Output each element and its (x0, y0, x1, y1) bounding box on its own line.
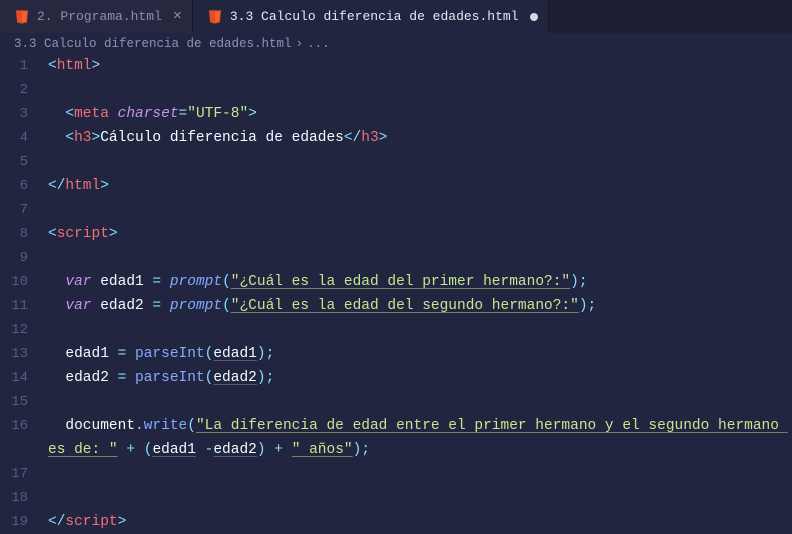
line-number: 11 (0, 294, 42, 318)
html-file-icon (207, 9, 223, 25)
code-line[interactable]: 19 </script> (0, 510, 792, 534)
code-line[interactable]: 18 (0, 486, 792, 510)
code-line[interactable]: 3 <meta charset="UTF-8"> (0, 102, 792, 126)
code-line[interactable]: 7 (0, 198, 792, 222)
code-line[interactable]: 11 var edad2 = prompt("¿Cuál es la edad … (0, 294, 792, 318)
tab-label: 2. Programa.html (37, 9, 162, 24)
line-number: 17 (0, 462, 42, 486)
code-line[interactable]: 14 edad2 = parseInt(edad2); (0, 366, 792, 390)
code-content[interactable]: edad2 = parseInt(edad2); (42, 366, 792, 390)
code-line[interactable]: 13 edad1 = parseInt(edad1); (0, 342, 792, 366)
editor-tab-bar: 2. Programa.html × 3.3 Calculo diferenci… (0, 0, 792, 33)
code-line[interactable]: 16 document.write("La diferencia de edad… (0, 414, 792, 462)
line-number: 12 (0, 318, 42, 342)
code-line[interactable]: 10 var edad1 = prompt("¿Cuál es la edad … (0, 270, 792, 294)
code-content[interactable]: edad1 = parseInt(edad1); (42, 342, 792, 366)
breadcrumb-item: 3.3 Calculo diferencia de edades.html (14, 37, 292, 51)
code-content[interactable]: </script> (42, 510, 792, 534)
code-line[interactable]: 8 <script> (0, 222, 792, 246)
breadcrumb-ellipsis: ... (307, 37, 330, 51)
line-number: 16 (0, 414, 42, 438)
line-number: 7 (0, 198, 42, 222)
code-line[interactable]: 4 <h3>Cálculo diferencia de edades</h3> (0, 126, 792, 150)
code-content[interactable]: <html> (42, 54, 792, 78)
code-line[interactable]: 6 </html> (0, 174, 792, 198)
code-content[interactable]: var edad1 = prompt("¿Cuál es la edad del… (42, 270, 792, 294)
line-number: 1 (0, 54, 42, 78)
line-number: 9 (0, 246, 42, 270)
tab-label: 3.3 Calculo diferencia de edades.html (230, 9, 519, 24)
line-number: 2 (0, 78, 42, 102)
code-content[interactable]: </html> (42, 174, 792, 198)
code-line[interactable]: 2 (0, 78, 792, 102)
code-line[interactable]: 9 (0, 246, 792, 270)
line-number: 15 (0, 390, 42, 414)
line-number: 8 (0, 222, 42, 246)
editor-tab-inactive[interactable]: 2. Programa.html × (0, 0, 193, 33)
line-number: 19 (0, 510, 42, 534)
line-number: 5 (0, 150, 42, 174)
line-number: 3 (0, 102, 42, 126)
code-line[interactable]: 5 (0, 150, 792, 174)
code-content[interactable]: <meta charset="UTF-8"> (42, 102, 792, 126)
close-icon[interactable]: × (173, 9, 182, 24)
chevron-right-icon: › (296, 37, 304, 51)
line-number: 10 (0, 270, 42, 294)
line-number: 13 (0, 342, 42, 366)
line-number: 6 (0, 174, 42, 198)
breadcrumb[interactable]: 3.3 Calculo diferencia de edades.html › … (0, 33, 792, 54)
html-file-icon (14, 9, 30, 25)
code-line[interactable]: 12 (0, 318, 792, 342)
editor-tab-active[interactable]: 3.3 Calculo diferencia de edades.html (193, 0, 549, 33)
line-number: 4 (0, 126, 42, 150)
code-content[interactable]: document.write("La diferencia de edad en… (42, 414, 792, 462)
line-number: 18 (0, 486, 42, 510)
modified-dot-icon (530, 13, 538, 21)
code-content[interactable]: var edad2 = prompt("¿Cuál es la edad del… (42, 294, 792, 318)
code-editor[interactable]: 1 <html> 2 3 <meta charset="UTF-8"> 4 <h… (0, 54, 792, 534)
code-content[interactable]: <h3>Cálculo diferencia de edades</h3> (42, 126, 792, 150)
code-line[interactable]: 1 <html> (0, 54, 792, 78)
code-content[interactable]: <script> (42, 222, 792, 246)
code-line[interactable]: 15 (0, 390, 792, 414)
line-number: 14 (0, 366, 42, 390)
code-line[interactable]: 17 (0, 462, 792, 486)
